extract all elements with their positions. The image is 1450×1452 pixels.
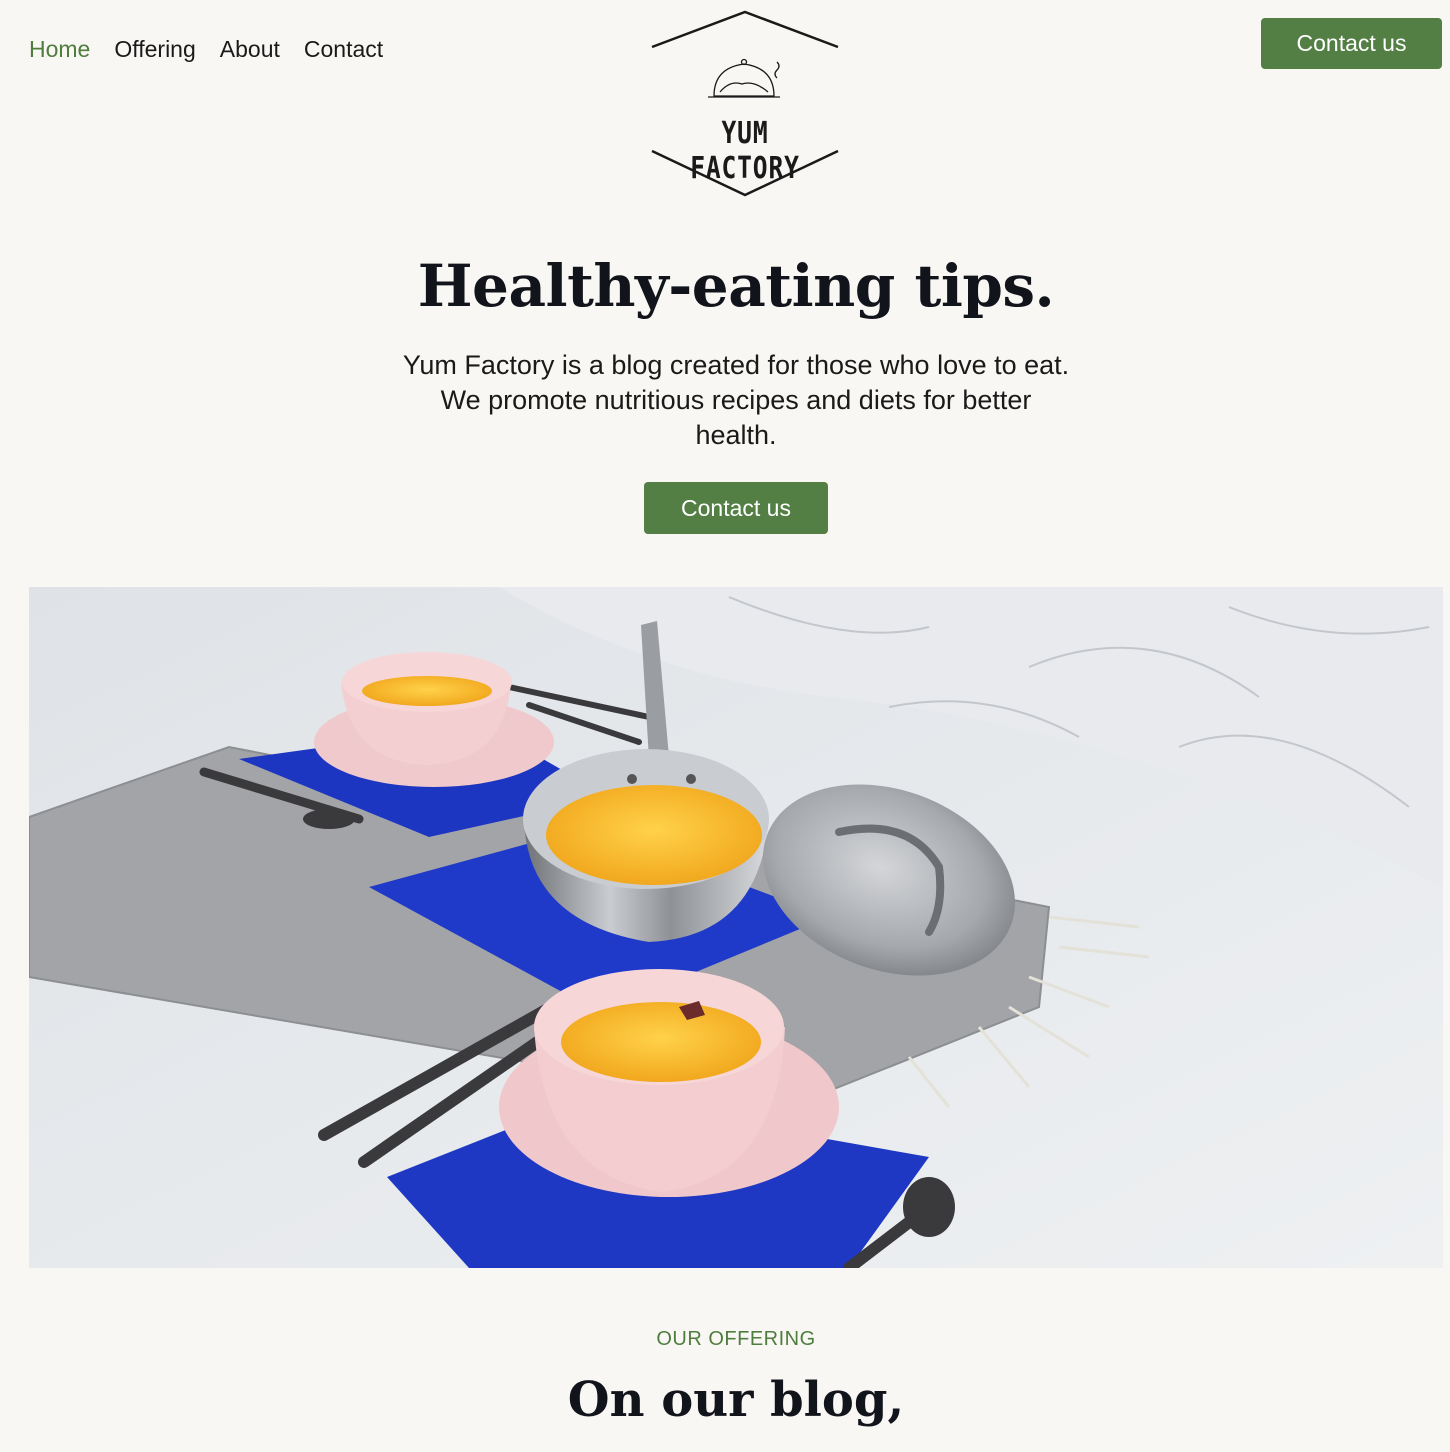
nav-about[interactable]: About [220,36,280,63]
hero-image [29,587,1443,1268]
hero-title: Healthy-eating tips. [417,252,1055,320]
offering-eyebrow: OUR OFFERING [656,1328,816,1350]
cloche-icon [708,58,780,98]
bottom-fade [0,1428,1450,1452]
nav-contact[interactable]: Contact [304,36,383,63]
site-logo[interactable]: YUM FACTORY [650,10,840,198]
nav-offering[interactable]: Offering [114,36,195,63]
offering-title: On our blog, [567,1372,905,1428]
nav-home[interactable]: Home [29,36,90,63]
header-contact-button[interactable]: Contact us [1261,18,1442,69]
main-nav: Home Offering About Contact [29,36,383,63]
hero-contact-button[interactable]: Contact us [644,482,828,534]
logo-text: YUM FACTORY [690,116,800,186]
hero-description: Yum Factory is a blog created for those … [402,350,1070,450]
